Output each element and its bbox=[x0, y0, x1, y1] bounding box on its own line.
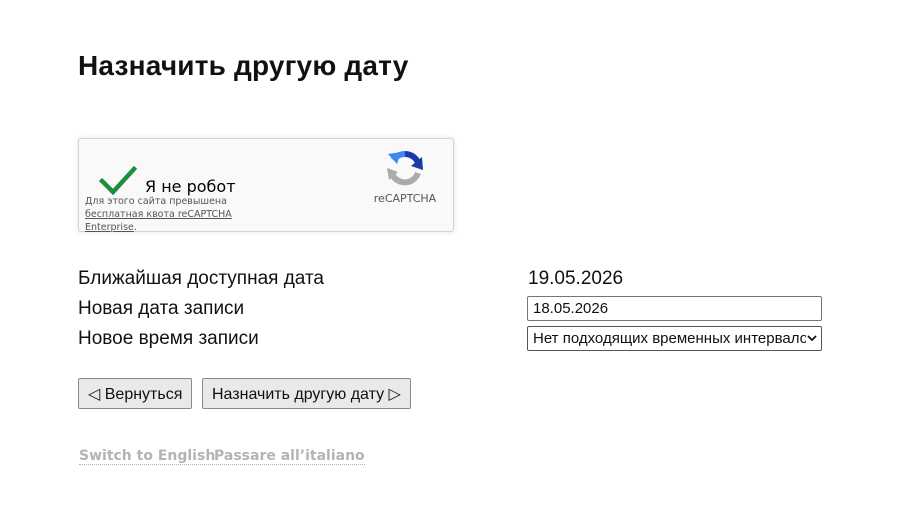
switch-italian-link[interactable]: Passare all’italiano bbox=[214, 448, 365, 465]
nearest-date-label: Ближайшая доступная дата bbox=[78, 268, 324, 289]
quota-link[interactable]: бесплатная квота reCAPTCHA Enterprise bbox=[85, 209, 232, 233]
switch-english-link[interactable]: Switch to English bbox=[79, 448, 216, 465]
nearest-date-row: Ближайшая доступная дата 19.05.2026 bbox=[78, 266, 838, 294]
new-date-input[interactable] bbox=[527, 296, 822, 321]
nearest-date-value: 19.05.2026 bbox=[528, 268, 624, 289]
reschedule-button[interactable]: Назначить другую дату ▷ bbox=[202, 378, 411, 409]
new-date-row: Новая дата записи bbox=[78, 296, 838, 324]
checkmark-icon[interactable] bbox=[99, 165, 137, 197]
recaptcha-brand: reCAPTCHA bbox=[373, 192, 437, 205]
recaptcha-logo-icon bbox=[387, 150, 423, 186]
chevron-down-icon bbox=[806, 332, 818, 344]
new-time-selected-value: Нет подходящих временных интервалов bbox=[533, 330, 816, 347]
new-time-row: Новое время записи Нет подходящих времен… bbox=[78, 326, 838, 354]
new-time-label: Новое время записи bbox=[78, 328, 259, 349]
new-time-select[interactable]: Нет подходящих временных интервалов bbox=[527, 326, 822, 351]
back-button[interactable]: ◁ Вернуться bbox=[78, 378, 193, 409]
quota-suffix: . bbox=[133, 222, 137, 233]
page-title: Назначить другую дату bbox=[78, 50, 409, 81]
recaptcha-label: Я не робот bbox=[145, 177, 236, 196]
recaptcha-widget[interactable]: Я не робот Для этого сайта превышена бес… bbox=[78, 138, 454, 234]
recaptcha-quota-notice: Для этого сайта превышена бесплатная кво… bbox=[85, 195, 285, 234]
quota-text: Для этого сайта превышена bbox=[85, 196, 227, 207]
new-date-label: Новая дата записи bbox=[78, 298, 245, 319]
